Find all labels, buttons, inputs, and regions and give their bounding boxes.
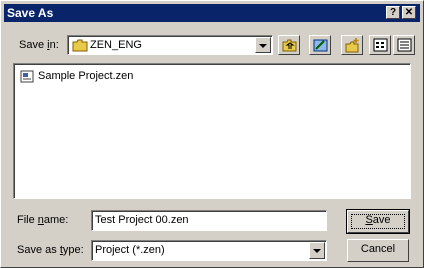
new-folder-button[interactable] bbox=[341, 35, 363, 55]
details-view-button[interactable] bbox=[393, 35, 415, 55]
folder-icon bbox=[72, 39, 88, 52]
close-icon: ✕ bbox=[404, 7, 414, 18]
save-in-dropdown[interactable]: ZEN_ENG bbox=[67, 35, 273, 55]
desktop-button[interactable] bbox=[309, 35, 331, 55]
save-as-type-dropdown[interactable]: Project (*.zen) bbox=[91, 240, 327, 261]
save-as-type-label: Save as type: bbox=[17, 244, 84, 256]
help-icon: ? bbox=[389, 7, 397, 18]
save-button[interactable]: Save bbox=[346, 209, 410, 234]
file-name-label: Sample Project.zen bbox=[38, 70, 134, 82]
chevron-down-icon bbox=[259, 44, 267, 48]
save-as-type-dropdown-button[interactable] bbox=[309, 242, 325, 259]
new-folder-icon bbox=[345, 38, 359, 53]
save-as-dialog: Save As ? ✕ Save in: ZEN_ENG Sample Proj… bbox=[0, 0, 424, 268]
up-one-level-icon bbox=[282, 39, 297, 52]
cancel-button[interactable]: Cancel bbox=[347, 239, 409, 262]
list-view-button[interactable] bbox=[369, 35, 391, 55]
save-in-label: Save in: bbox=[19, 39, 59, 51]
file-name-input[interactable]: Test Project 00.zen bbox=[91, 210, 327, 231]
desktop-icon bbox=[313, 39, 328, 52]
zen-file-icon bbox=[20, 70, 34, 83]
details-view-icon bbox=[397, 38, 412, 52]
file-list[interactable]: Sample Project.zen bbox=[13, 63, 411, 199]
title-bar: Save As ? ✕ bbox=[4, 4, 420, 22]
save-in-value: ZEN_ENG bbox=[90, 39, 142, 51]
up-one-level-button[interactable] bbox=[278, 35, 300, 55]
save-as-type-value: Project (*.zen) bbox=[95, 244, 165, 256]
save-in-dropdown-button[interactable] bbox=[255, 37, 271, 53]
dialog-title: Save As bbox=[7, 6, 54, 20]
close-button[interactable]: ✕ bbox=[402, 6, 416, 19]
chevron-down-icon bbox=[313, 249, 321, 253]
file-name-label: File name: bbox=[17, 214, 69, 226]
list-view-icon bbox=[373, 38, 388, 52]
focus-rectangle bbox=[351, 214, 405, 229]
help-button[interactable]: ? bbox=[386, 6, 400, 19]
